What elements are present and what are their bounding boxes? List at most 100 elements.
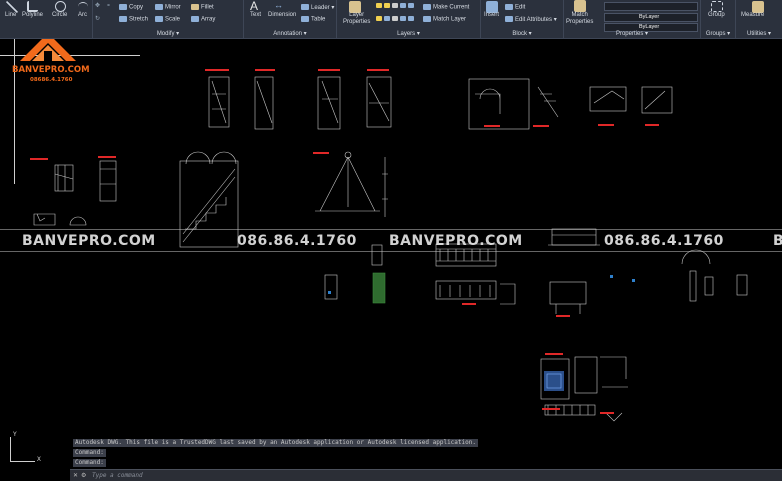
edit-attributes-icon [505,16,513,23]
drawing-canvas[interactable]: BANVEPRO.COM 086.86.4.1760 BANVEPRO.COM … [0,39,782,480]
command-history-line: Command: [73,449,106,457]
annotation-panel-title[interactable]: Annotation ▾ [244,30,336,37]
utilities-panel-title[interactable]: Utilities ▾ [736,30,782,37]
layer-delete-icon [408,16,414,21]
match-layer-button[interactable]: Match Layer [423,16,466,23]
make-current-icon [423,4,431,10]
drawing-title [255,69,275,71]
lock-icon [392,3,398,8]
command-history-line: Command: [73,459,106,467]
watermark-text: BANVEPRO.COM [389,233,523,249]
drawing-title [600,412,614,414]
array-button[interactable]: Array [191,16,215,23]
polyline-icon [27,1,38,12]
close-icon[interactable]: ✕ [73,470,78,481]
block-panel-title[interactable]: Block ▾ [481,30,563,37]
customize-icon[interactable]: ⚙ [81,470,86,481]
trim-icon[interactable]: ⚬ [106,2,111,9]
mirror-button[interactable]: Mirror [155,4,181,11]
drawing-title [98,156,116,158]
circle-button[interactable]: Circle [52,12,67,18]
drawing-title [484,125,500,127]
modify-panel-title[interactable]: Modify ▾ [93,30,243,37]
watermark-phone: 086.86.4.1760 [604,233,724,249]
dimension-icon: ↔ [274,0,283,10]
drawing-title [598,124,614,126]
layer-off-icon [376,16,382,21]
ribbon: Line Polyline Circle Arc ✥ ↻ ⚬ Copy Mirr… [0,0,782,39]
scale-button[interactable]: Scale [155,16,180,23]
group-button[interactable]: Group [708,12,725,18]
dimension-button[interactable]: Dimension [268,12,296,18]
layers-panel: Layer Properties Make Current Match Layer… [337,0,481,38]
copy-button[interactable]: Copy [119,4,143,11]
utilities-panel: Measure Utilities ▾ [736,0,782,38]
layer-tool-icons[interactable] [375,16,415,23]
arc-button[interactable]: Arc [78,12,87,18]
drawing-title [367,69,389,71]
watermark-text: B [773,233,782,249]
bulb-icon [376,3,382,8]
circle-icon [55,1,66,12]
match-properties-button[interactable]: Match Properties [566,12,593,26]
drawing-title [533,125,549,127]
copy-icon [119,4,127,10]
measure-button[interactable]: Measure [741,12,764,18]
layer-state-icons[interactable] [375,3,415,10]
table-icon [301,16,309,22]
match-layer-icon [423,16,431,22]
drawing-title [205,69,229,71]
drawing-title [30,158,48,160]
edit-icon [505,4,513,10]
scale-icon [155,16,163,22]
text-button[interactable]: Text [250,12,261,18]
drawing-title [318,69,340,71]
leader-icon [301,4,309,11]
logo-phone-text: 08686.4.1760 [30,77,73,83]
command-line[interactable]: ✕ ⚙ Type a command [70,469,782,481]
layer-walk-icon [392,16,398,21]
logo-brand-text: BANVEPRO.COM [12,65,90,75]
command-history-line: Autodesk DWG. This file is a TrustedDWG … [73,439,478,447]
make-current-button[interactable]: Make Current [423,4,469,11]
leader-button[interactable]: Leader ▾ [301,4,334,11]
command-input[interactable]: Type a command [92,470,143,481]
draw-panel: Line Polyline Circle Arc [0,0,93,38]
groups-panel: Group Groups ▾ [701,0,736,38]
rotate-icon[interactable]: ↻ [95,15,100,22]
drawing-title [462,303,476,305]
properties-panel: Match Properties ByLayer ByLayer Properti… [564,0,701,38]
edit-attributes-button[interactable]: Edit Attributes ▾ [505,16,557,23]
line-button[interactable]: Line [5,12,16,18]
edit-button[interactable]: Edit [505,4,525,11]
mirror-icon [155,4,163,10]
insert-button[interactable]: Insert [484,12,499,18]
move-icon[interactable]: ✥ [95,2,100,9]
drawing-title [313,152,329,154]
properties-panel-title[interactable]: Properties ▾ [564,30,700,37]
watermark-text: BANVEPRO.COM [22,233,156,249]
layer-merge-icon [400,16,406,21]
layer-freeze-icon [408,3,414,8]
ucs-icon: Y X [10,431,41,463]
modify-panel: ✥ ↻ ⚬ Copy Mirror Fillet Stretch Scale A… [93,0,244,38]
block-panel: Insert Edit Edit Attributes ▾ Block ▾ [481,0,564,38]
linetype-dropdown[interactable]: ByLayer [604,13,698,22]
drawing-title [556,315,570,317]
arc-icon [78,2,88,11]
drawing-title [645,124,659,126]
color-dropdown[interactable] [604,2,698,11]
stretch-icon [119,16,127,22]
fillet-button[interactable]: Fillet [191,4,214,11]
layers-panel-title[interactable]: Layers ▾ [337,30,480,37]
annotation-panel: A Text ↔ Dimension Leader ▾ Table Annota… [244,0,337,38]
table-button[interactable]: Table [301,16,325,23]
groups-panel-title[interactable]: Groups ▾ [701,30,735,37]
layer-properties-button[interactable]: Layer Properties [343,12,370,26]
group-icon [711,1,723,12]
array-icon [191,16,199,22]
polyline-button[interactable]: Polyline [22,12,43,18]
stretch-button[interactable]: Stretch [119,16,148,23]
drawing-title [542,408,560,410]
watermark-phone: 086.86.4.1760 [237,233,357,249]
